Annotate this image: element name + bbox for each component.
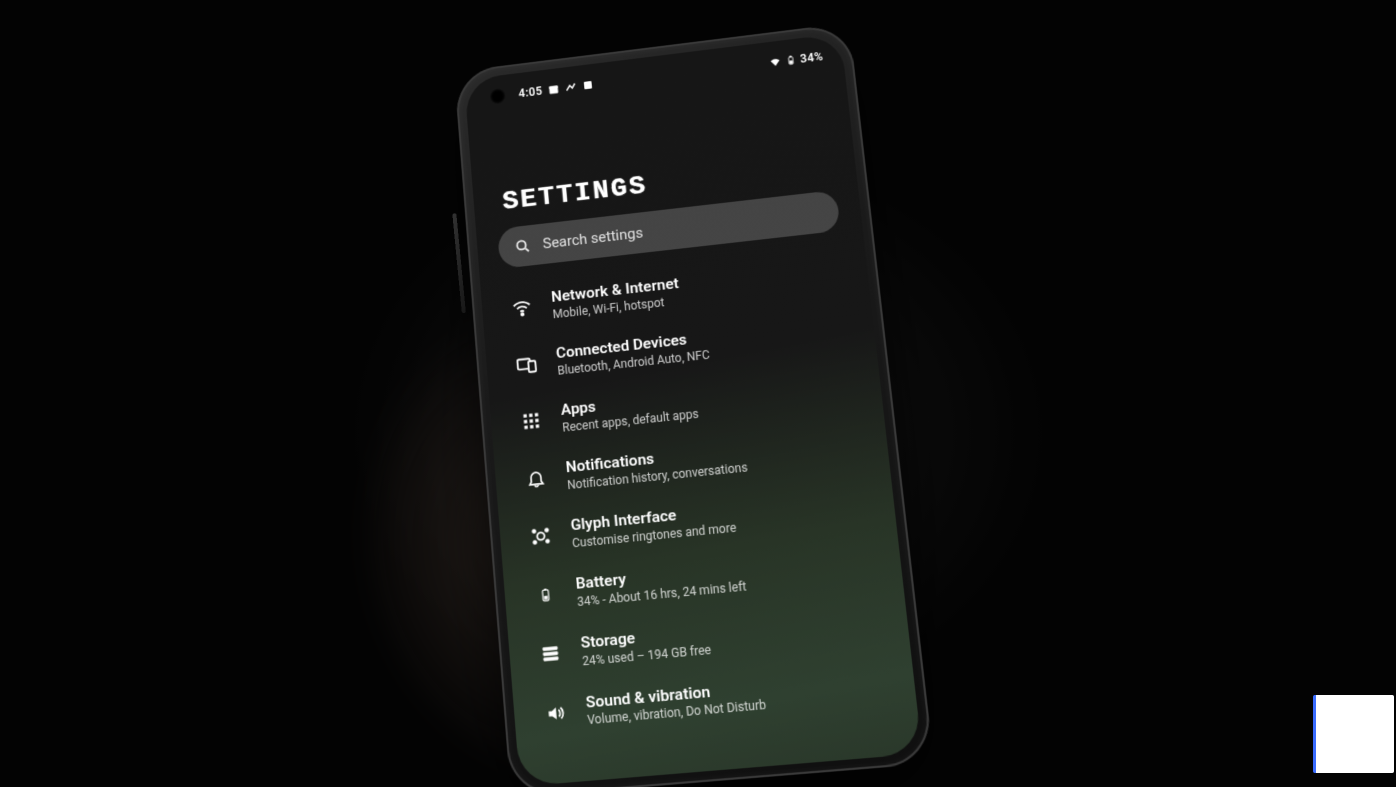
search-placeholder: Search settings xyxy=(542,224,644,253)
search-icon xyxy=(513,237,532,256)
storage-icon xyxy=(536,639,564,668)
apps-icon xyxy=(518,407,545,435)
bell-icon xyxy=(522,464,550,492)
battery-icon xyxy=(784,54,797,67)
phone-screen: 4:05 xyxy=(464,33,922,786)
wifi-icon xyxy=(508,294,535,322)
phone: 4:05 xyxy=(443,14,924,787)
phone-body: 4:05 xyxy=(454,23,934,787)
settings-list: Network & Internet Mobile, Wi-Fi, hotspo… xyxy=(480,242,922,787)
volume-icon xyxy=(541,699,569,728)
status-left: 4:05 xyxy=(518,78,594,100)
status-right: 34% xyxy=(768,50,824,70)
calendar-icon xyxy=(547,83,559,96)
wifi-icon xyxy=(768,56,781,69)
battery-icon xyxy=(532,580,560,609)
status-battery-text: 34% xyxy=(799,50,823,66)
status-bar: 4:05 xyxy=(465,43,844,112)
glyph-icon xyxy=(527,522,555,551)
overlay-card xyxy=(1313,695,1394,773)
signal-path-icon xyxy=(565,81,577,94)
volume-rocker xyxy=(452,213,466,313)
photo-scene: 4:05 xyxy=(0,0,1396,787)
page-title: SETTINGS xyxy=(501,171,648,217)
status-time: 4:05 xyxy=(518,84,543,100)
devices-icon xyxy=(513,350,540,378)
screenshot-icon xyxy=(582,79,594,92)
